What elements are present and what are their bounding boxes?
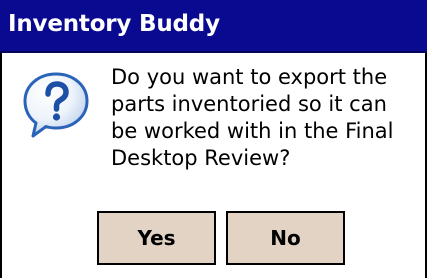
window-title: Inventory Buddy: [8, 11, 220, 37]
dialog-window: Inventory Buddy Do you want to export th…: [0, 0, 427, 278]
yes-button[interactable]: Yes: [97, 211, 216, 265]
question-icon: [23, 72, 89, 138]
title-bar: Inventory Buddy: [0, 0, 427, 53]
message-line: Do you want to export the: [111, 65, 388, 89]
message-line: be worked with in the Final: [111, 119, 394, 143]
dialog-message: Do you want to export the parts inventor…: [111, 64, 421, 172]
no-button[interactable]: No: [226, 211, 345, 265]
message-line: parts inventoried so it can: [111, 92, 387, 116]
message-line: Desktop Review?: [111, 146, 291, 170]
